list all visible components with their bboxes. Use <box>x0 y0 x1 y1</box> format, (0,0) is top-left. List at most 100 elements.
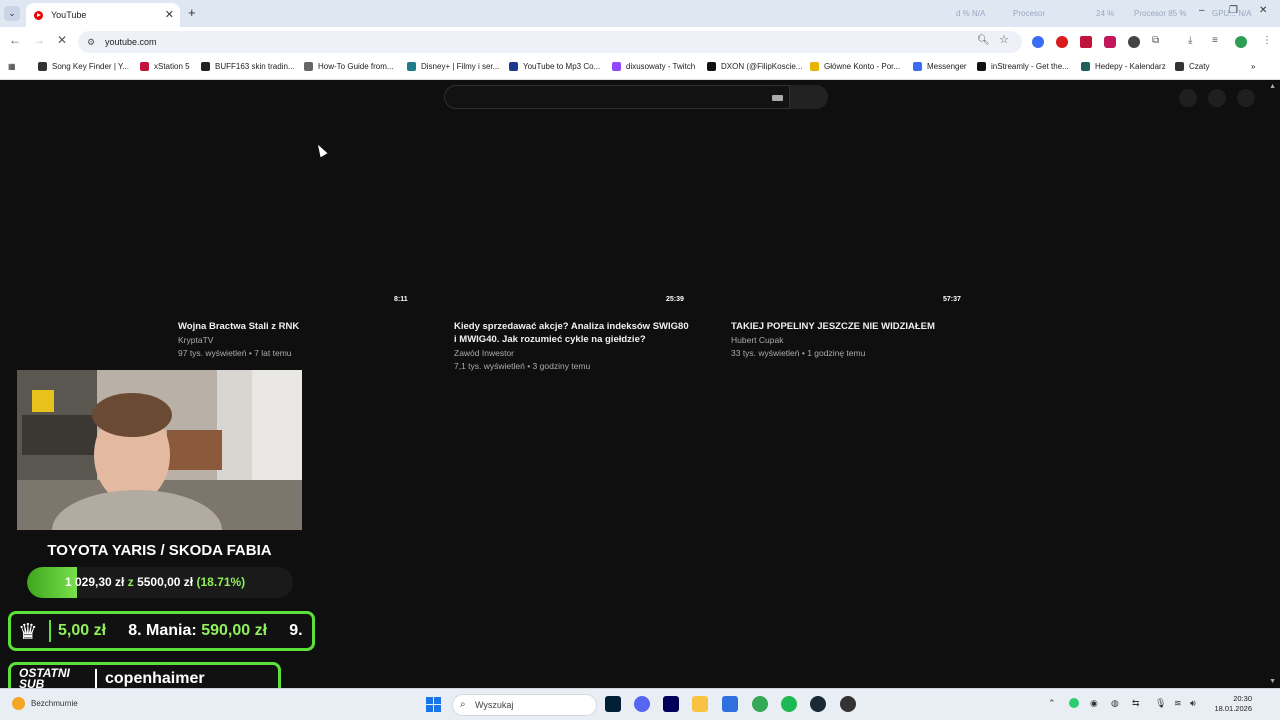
new-tab-button[interactable]: + <box>188 5 196 20</box>
premiere-icon[interactable] <box>663 696 679 712</box>
steam-tray-icon[interactable]: ◍ <box>1111 698 1119 709</box>
extension-icon[interactable] <box>1032 36 1044 48</box>
media-controls-icon[interactable]: ≡ <box>1212 35 1218 46</box>
chrome-icon[interactable] <box>752 696 768 712</box>
ranking-amount: 5,00 zł <box>58 622 107 639</box>
account-avatar[interactable] <box>1237 89 1255 107</box>
zoom-icon[interactable]: 🔍︎ <box>977 35 990 46</box>
keyboard-icon[interactable] <box>772 95 783 101</box>
bookmark-item[interactable]: Główne Konto - Por... <box>810 62 900 71</box>
volume-icon[interactable]: 🔊︎ <box>1190 698 1196 709</box>
weather-widget[interactable]: Bezchmurnie <box>12 697 78 710</box>
ranking-name: 8. Mania: <box>128 622 197 639</box>
site-info-icon[interactable]: ⚙ <box>87 31 95 53</box>
close-window-button[interactable]: ✕ <box>1259 5 1267 16</box>
tray-app-icon[interactable]: ◉ <box>1090 698 1098 709</box>
steam-icon[interactable] <box>810 696 826 712</box>
tray-app-icon[interactable]: ⇆ <box>1132 698 1140 709</box>
bookmark-item[interactable]: Song Key Finder | Y... <box>38 62 129 71</box>
shield-extension-icon[interactable] <box>1104 36 1116 48</box>
webcam-image <box>17 370 302 530</box>
tab-youtube[interactable]: YouTube ✕ <box>26 3 180 27</box>
bookmark-item[interactable]: BUFF163 skin tradin... <box>201 62 295 71</box>
file-explorer-icon[interactable] <box>692 696 708 712</box>
bookmark-item[interactable]: Messenger <box>913 62 967 71</box>
goal-target: 5500,00 zł <box>137 575 194 589</box>
clock-date: 18.01.2026 <box>1214 704 1252 713</box>
bookmark-item[interactable]: Czaty <box>1175 62 1209 71</box>
create-icon[interactable] <box>1179 89 1197 107</box>
bookmark-item[interactable]: Hedepy - Kalendarz <box>1081 62 1166 71</box>
extension-icon[interactable] <box>1128 36 1140 48</box>
bookmark-favicon-icon <box>612 62 621 71</box>
minimize-button[interactable]: – <box>1199 5 1205 16</box>
puzzle-icon[interactable]: ⧉ <box>1152 35 1159 46</box>
bookmark-star-icon[interactable]: ☆ <box>999 33 1009 46</box>
bookmark-item[interactable]: dixusowaty - Twitch <box>612 62 695 71</box>
url-text: youtube.com <box>105 37 157 47</box>
bookmark-label: Hedepy - Kalendarz <box>1095 62 1166 71</box>
chevron-up-icon[interactable]: ⌃ <box>1048 698 1056 709</box>
bookmark-item[interactable]: Disney+ | Filmy i ser... <box>407 62 499 71</box>
taskbar-search-input[interactable]: ⌕ Wyszukaj <box>452 694 597 716</box>
scroll-down-icon[interactable]: ▼ <box>1269 678 1276 685</box>
weather-text: Bezchmurnie <box>31 699 78 708</box>
bookmark-item[interactable]: inStreamly - Get the... <box>977 62 1069 71</box>
download-icon[interactable]: ⤓ <box>1188 35 1192 46</box>
tab-close-icon[interactable]: ✕ <box>165 8 174 21</box>
video-channel[interactable]: KryptaTV <box>178 335 213 345</box>
back-arrow-icon[interactable]: ← <box>9 33 21 47</box>
apps-grid-icon[interactable]: ▦ <box>8 62 16 71</box>
restore-button[interactable]: ❐ <box>1229 5 1238 16</box>
search-input[interactable] <box>444 85 790 109</box>
forward-arrow-icon[interactable]: → <box>33 33 45 47</box>
bookmark-item[interactable]: YouTube to Mp3 Co... <box>509 62 600 71</box>
app-icon[interactable] <box>840 696 856 712</box>
b-extension-icon[interactable] <box>1080 36 1092 48</box>
scroll-up-icon[interactable]: ▲ <box>1269 83 1276 90</box>
bookmark-label: Disney+ | Filmy i ser... <box>421 62 500 71</box>
ticker-divider <box>49 620 51 642</box>
browser-tab-strip: ⌄ YouTube ✕ + d % N/A Procesor 24 % Proc… <box>0 0 1280 27</box>
bookmark-item[interactable]: How-To Guide from... <box>304 62 394 71</box>
windows-start-icon[interactable] <box>426 697 441 712</box>
more-bookmarks-icon[interactable]: » <box>1251 62 1255 71</box>
tray-app-icon[interactable] <box>1069 698 1079 708</box>
bookmark-favicon-icon <box>201 62 210 71</box>
profile-avatar[interactable] <box>1235 36 1247 48</box>
video-channel[interactable]: Hubert Cupak <box>731 335 783 345</box>
stop-loading-icon[interactable]: ✕ <box>57 33 67 47</box>
opera-extension-icon[interactable] <box>1056 36 1068 48</box>
spotify-icon[interactable] <box>781 696 797 712</box>
clock[interactable]: 20:30 18.01.2026 <box>1212 694 1252 714</box>
bookmark-item[interactable]: xStation 5 <box>140 62 190 71</box>
bookmark-favicon-icon <box>509 62 518 71</box>
menu-kebab-icon[interactable]: ⋮ <box>1262 35 1272 46</box>
bookmark-label: Czaty <box>1189 62 1210 71</box>
photoshop-icon[interactable] <box>605 696 621 712</box>
video-title[interactable]: TAKIEJ POPELINY JESZCZE NIE WIDZIAŁEM <box>731 320 935 333</box>
video-title[interactable]: Kiedy sprzedawać akcje? Analiza indeksów… <box>454 320 689 333</box>
bookmark-item[interactable]: DXON (@FilipKoscie... <box>707 62 802 71</box>
clock-time: 20:30 <box>1233 694 1252 703</box>
video-title[interactable]: Wojna Bractwa Stali z RNK <box>178 320 299 333</box>
address-bar[interactable]: ⚙ youtube.com <box>78 31 1022 53</box>
last-sub-label: OSTATNI SUB <box>19 667 70 690</box>
bookmark-favicon-icon <box>977 62 986 71</box>
bookmark-favicon-icon <box>810 62 819 71</box>
todo-icon[interactable] <box>722 696 738 712</box>
search-button[interactable] <box>790 85 828 109</box>
bookmark-label: YouTube to Mp3 Co... <box>523 62 601 71</box>
microphone-icon[interactable]: 🎙︎ <box>1155 698 1166 709</box>
search-icon: ⌕ <box>460 699 466 710</box>
bookmark-label: Messenger <box>927 62 967 71</box>
bookmark-favicon-icon <box>1081 62 1090 71</box>
ranking-text: 5,00 zł 8. Mania: 590,00 zł 9. <box>58 622 303 640</box>
video-title-line-2[interactable]: i MWIG40. Jak rozumieć cykle na giełdzie… <box>454 333 646 346</box>
video-channel[interactable]: Zawód Inwestor <box>454 348 514 358</box>
bookmark-label: Główne Konto - Por... <box>824 62 901 71</box>
notifications-icon[interactable] <box>1208 89 1226 107</box>
discord-icon[interactable] <box>634 696 650 712</box>
wifi-icon[interactable]: ≋ <box>1174 698 1182 709</box>
tab-list-button[interactable]: ⌄ <box>4 6 20 21</box>
